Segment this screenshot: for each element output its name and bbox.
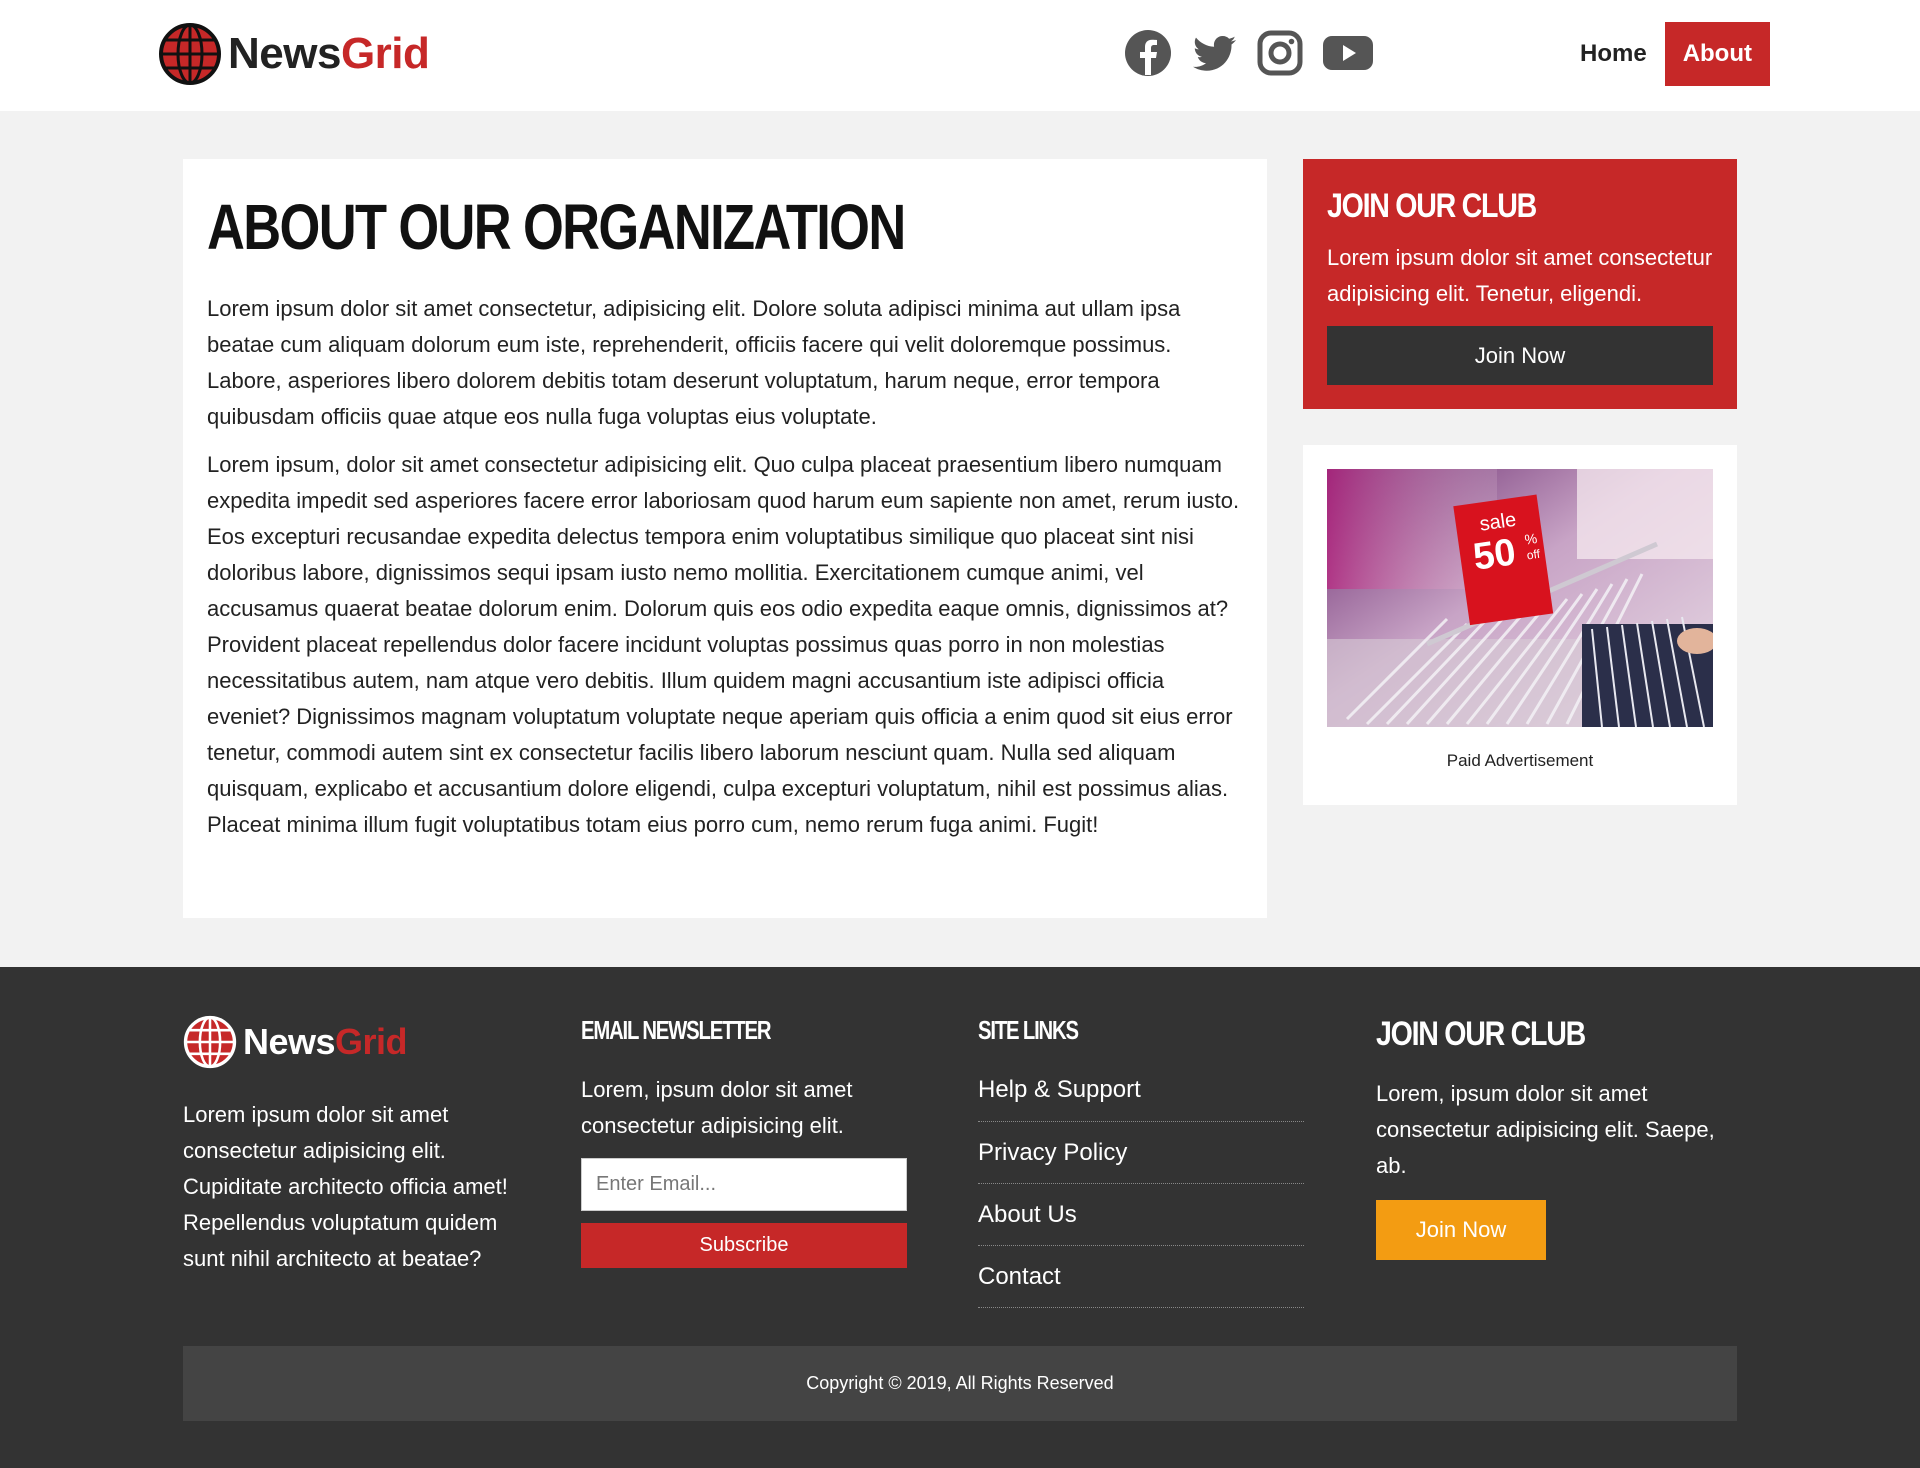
ad-percent-sign: % xyxy=(1524,530,1539,548)
footer-about: NewsGrid Lorem ipsum dolor sit amet cons… xyxy=(183,1015,543,1277)
link-help-support[interactable]: Help & Support xyxy=(978,1072,1304,1122)
globe-logo-icon xyxy=(159,23,221,85)
ad-off-text: off xyxy=(1526,547,1542,563)
twitter-icon[interactable] xyxy=(1190,29,1238,77)
facebook-icon[interactable] xyxy=(1124,29,1172,77)
article-paragraph: Lorem ipsum, dolor sit amet consectetur … xyxy=(207,452,1240,837)
footer-logo[interactable]: NewsGrid xyxy=(183,1015,543,1069)
site-footer: NewsGrid Lorem ipsum dolor sit amet cons… xyxy=(0,967,1920,1468)
link-contact[interactable]: Contact xyxy=(978,1246,1304,1308)
subscribe-button[interactable]: Subscribe xyxy=(581,1223,907,1268)
site-links-list: Help & Support Privacy Policy About Us C… xyxy=(978,1072,1304,1308)
nav-about[interactable]: About xyxy=(1664,22,1770,86)
link-privacy-policy[interactable]: Privacy Policy xyxy=(978,1122,1304,1184)
sale-ad-image[interactable]: sale 50 % off xyxy=(1327,469,1713,727)
logo-text: NewsGrid xyxy=(243,1021,408,1062)
page-title: About Our Organization xyxy=(207,191,906,263)
ad-percent-value: 50 xyxy=(1471,531,1519,578)
club-title: Join Our Club xyxy=(1327,187,1537,225)
link-about-us[interactable]: About Us xyxy=(978,1184,1304,1246)
main-nav: Home About xyxy=(1562,22,1770,86)
footer-about-text: Lorem ipsum dolor sit amet consectetur a… xyxy=(183,1102,508,1271)
article: About Our Organization Lorem ipsum dolor… xyxy=(183,159,1267,918)
footer-join-now-button[interactable]: Join Now xyxy=(1376,1200,1546,1260)
footer-site-links: Site Links Help & Support Privacy Policy… xyxy=(978,1015,1338,1308)
footer-join-club: Join Our Club Lorem, ipsum dolor sit ame… xyxy=(1376,1015,1736,1260)
site-links-title: Site Links xyxy=(978,1015,1079,1045)
globe-logo-icon xyxy=(183,1015,237,1069)
nav-home[interactable]: Home xyxy=(1562,22,1665,86)
ad-caption: Paid Advertisement xyxy=(1446,751,1594,770)
site-logo[interactable]: NewsGrid xyxy=(158,22,430,86)
footer-club-text: Lorem, ipsum dolor sit amet consectetur … xyxy=(1376,1081,1715,1178)
copyright-text: Copyright © 2019, All Rights Reserved xyxy=(806,1373,1114,1393)
logo-text: NewsGrid xyxy=(228,29,430,78)
join-now-button[interactable]: Join Now xyxy=(1327,326,1713,385)
newsletter-text: Lorem, ipsum dolor sit amet consectetur … xyxy=(581,1077,853,1138)
footer-club-title: Join Our Club xyxy=(1376,1015,1586,1053)
footer-newsletter: Email Newsletter Lorem, ipsum dolor sit … xyxy=(581,1015,941,1268)
youtube-icon[interactable] xyxy=(1322,29,1374,77)
email-input[interactable] xyxy=(581,1158,907,1211)
social-links xyxy=(1124,29,1374,77)
instagram-icon[interactable] xyxy=(1256,29,1304,77)
newsletter-title: Email Newsletter xyxy=(581,1015,772,1045)
site-header: NewsGrid Home About xyxy=(0,0,1920,111)
article-paragraph: Lorem ipsum dolor sit amet consectetur, … xyxy=(207,296,1181,429)
copyright-bar: Copyright © 2019, All Rights Reserved xyxy=(183,1346,1737,1421)
sidebar: Join Our Club Lorem ipsum dolor sit amet… xyxy=(1303,159,1737,805)
join-club-box: Join Our Club Lorem ipsum dolor sit amet… xyxy=(1303,159,1737,409)
club-text: Lorem ipsum dolor sit amet consectetur a… xyxy=(1327,245,1713,306)
advertisement: sale 50 % off Paid Advertisement xyxy=(1303,445,1737,805)
